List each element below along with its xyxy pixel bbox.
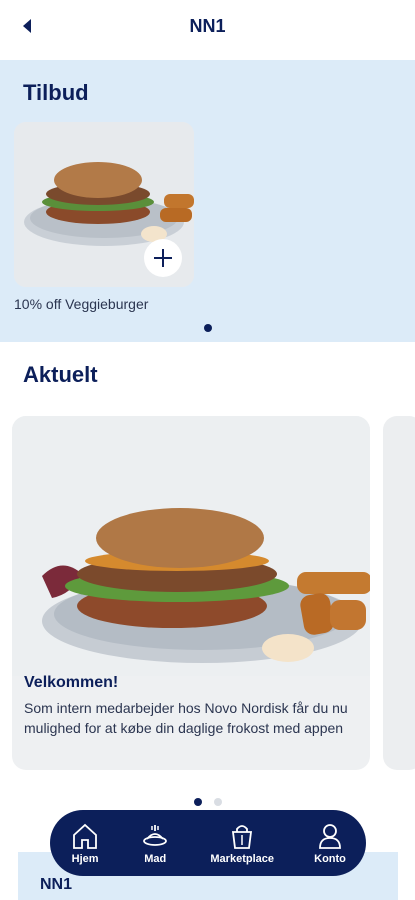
news-pager-dot bbox=[214, 798, 222, 806]
news-card-title: Velkommen! bbox=[24, 674, 119, 691]
plus-icon bbox=[154, 249, 172, 267]
nav-item-label: Hjem bbox=[71, 853, 99, 865]
food-icon bbox=[143, 825, 168, 846]
bottom-navigation: Hjem Mad Marketplace Konto bbox=[50, 810, 366, 876]
page-title: NN1 bbox=[189, 16, 226, 36]
nav-item-mad[interactable]: Mad bbox=[140, 821, 170, 865]
news-pager-dot-active bbox=[194, 798, 202, 806]
add-to-cart-button[interactable] bbox=[144, 239, 182, 277]
offers-pager-dot bbox=[204, 324, 212, 332]
person-icon bbox=[319, 824, 341, 849]
nav-item-label: Mad bbox=[144, 853, 167, 865]
offers-section: Tilbud 10% off Veggieburger bbox=[0, 60, 415, 342]
offer-label: 10% off Veggieburger bbox=[14, 296, 149, 312]
nav-item-label: Konto bbox=[314, 853, 346, 865]
nav-item-hjem[interactable]: Hjem bbox=[70, 821, 100, 865]
next-news-card[interactable] bbox=[383, 416, 415, 770]
nav-item-konto[interactable]: Konto bbox=[314, 821, 346, 865]
home-icon bbox=[73, 823, 97, 849]
news-card[interactable]: Velkommen! Som intern medarbejder hos No… bbox=[12, 416, 370, 770]
offer-card[interactable] bbox=[14, 122, 194, 287]
news-title: Aktuelt bbox=[23, 362, 98, 387]
app-header: NN1 bbox=[0, 0, 415, 58]
shopping-bag-icon bbox=[232, 825, 253, 849]
nav-item-label: Marketplace bbox=[210, 853, 274, 865]
bottom-section-title: NN1 bbox=[40, 876, 73, 893]
news-card-text: Som intern medarbejder hos Novo Nordisk … bbox=[24, 700, 348, 736]
nav-item-marketplace[interactable]: Marketplace bbox=[210, 821, 274, 865]
offers-title: Tilbud bbox=[23, 80, 89, 105]
news-image bbox=[12, 416, 370, 676]
